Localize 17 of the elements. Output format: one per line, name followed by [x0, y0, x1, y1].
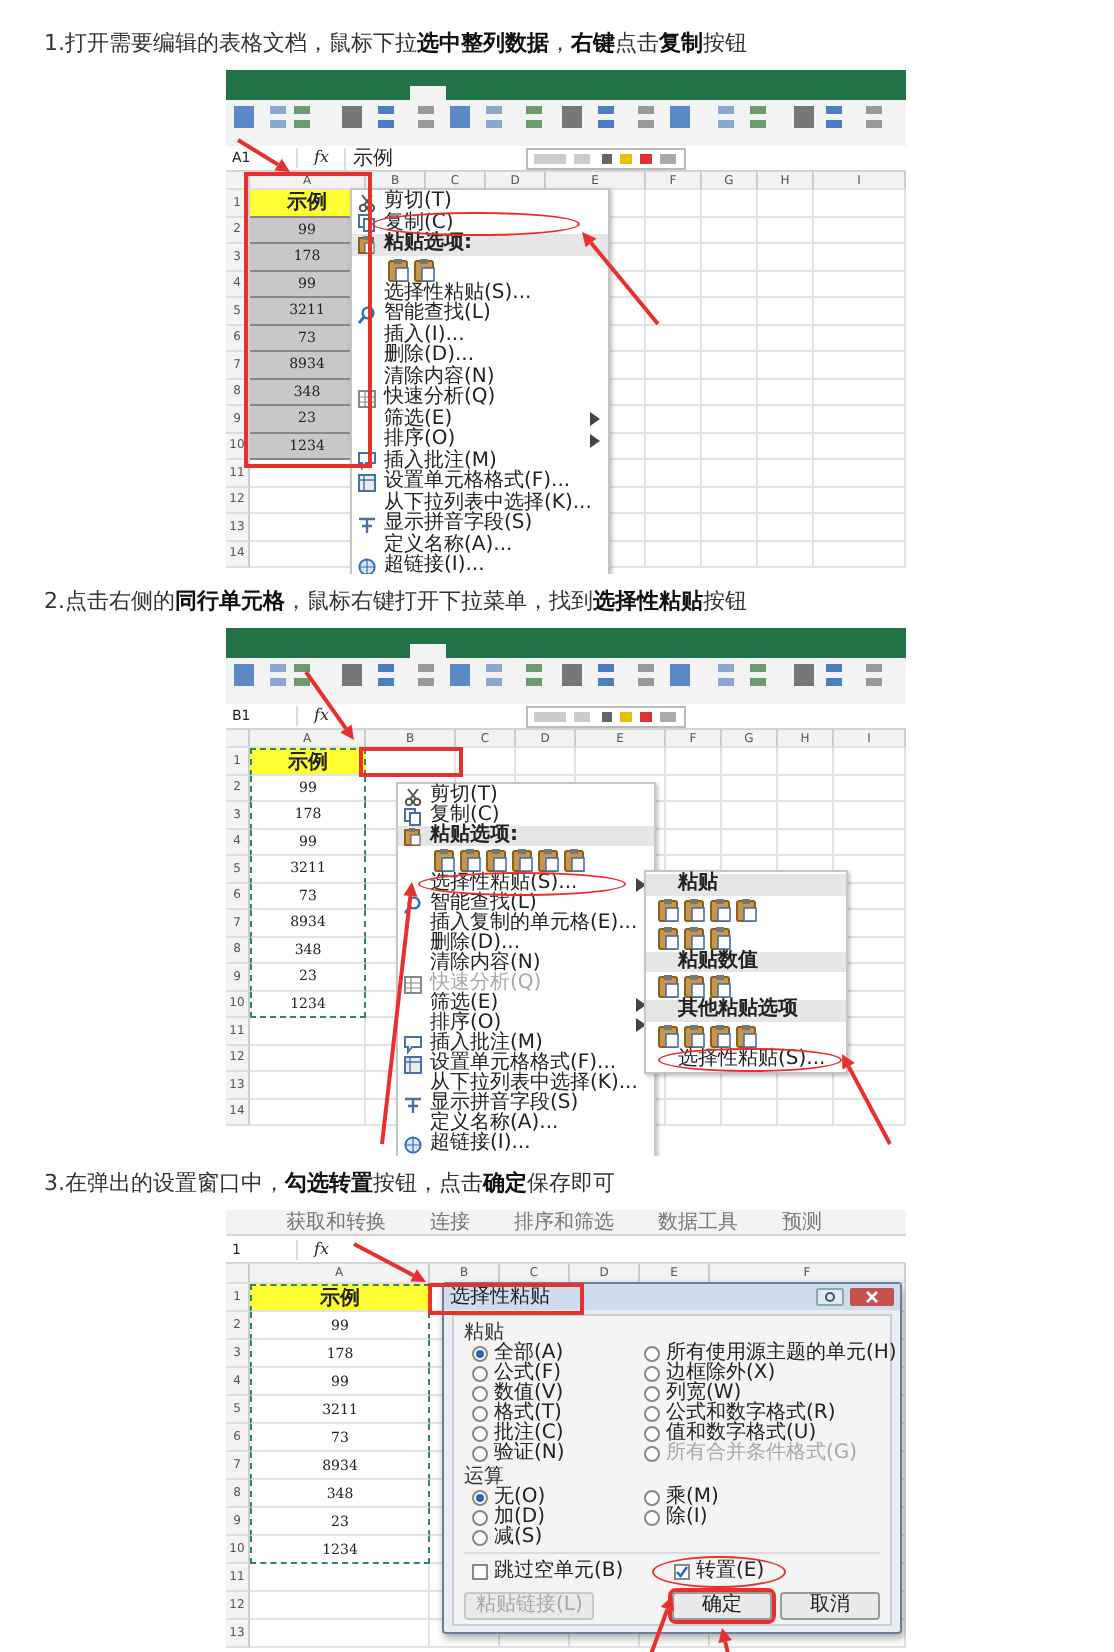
table-cell: 示例	[250, 748, 366, 775]
group-label: 运算	[464, 1464, 504, 1488]
step-caption: 1.打开需要编辑的表格文档，鼠标下拉选中整列数据，右键点击复制按钮	[42, 28, 749, 60]
table-cell: 示例	[250, 1284, 430, 1312]
group-label: 粘贴	[464, 1320, 504, 1344]
dialog-title: 选择性粘贴	[450, 1286, 550, 1308]
ribbon-group-label: 获取和转换	[286, 1211, 386, 1233]
menu-section-header: 粘贴数值	[646, 951, 846, 972]
step-caption: 2.点击右侧的同行单元格，鼠标右键打开下拉菜单，找到选择性粘贴按钮	[42, 586, 749, 618]
ribbon-group-label: 预测	[782, 1211, 822, 1233]
menu-section-header: 其他粘贴选项	[646, 1000, 846, 1021]
step-caption: 3.在弹出的设置窗口中，勾选转置按钮，点击确定保存即可	[42, 1168, 617, 1200]
ribbon-group-label: 排序和筛选	[514, 1211, 614, 1233]
menu-section-header: 粘贴	[646, 874, 846, 895]
ribbon-group-label: 连接	[430, 1211, 470, 1233]
ribbon-group-label: 数据工具	[658, 1211, 738, 1233]
menu-section-header: 粘贴选项:	[398, 826, 654, 846]
